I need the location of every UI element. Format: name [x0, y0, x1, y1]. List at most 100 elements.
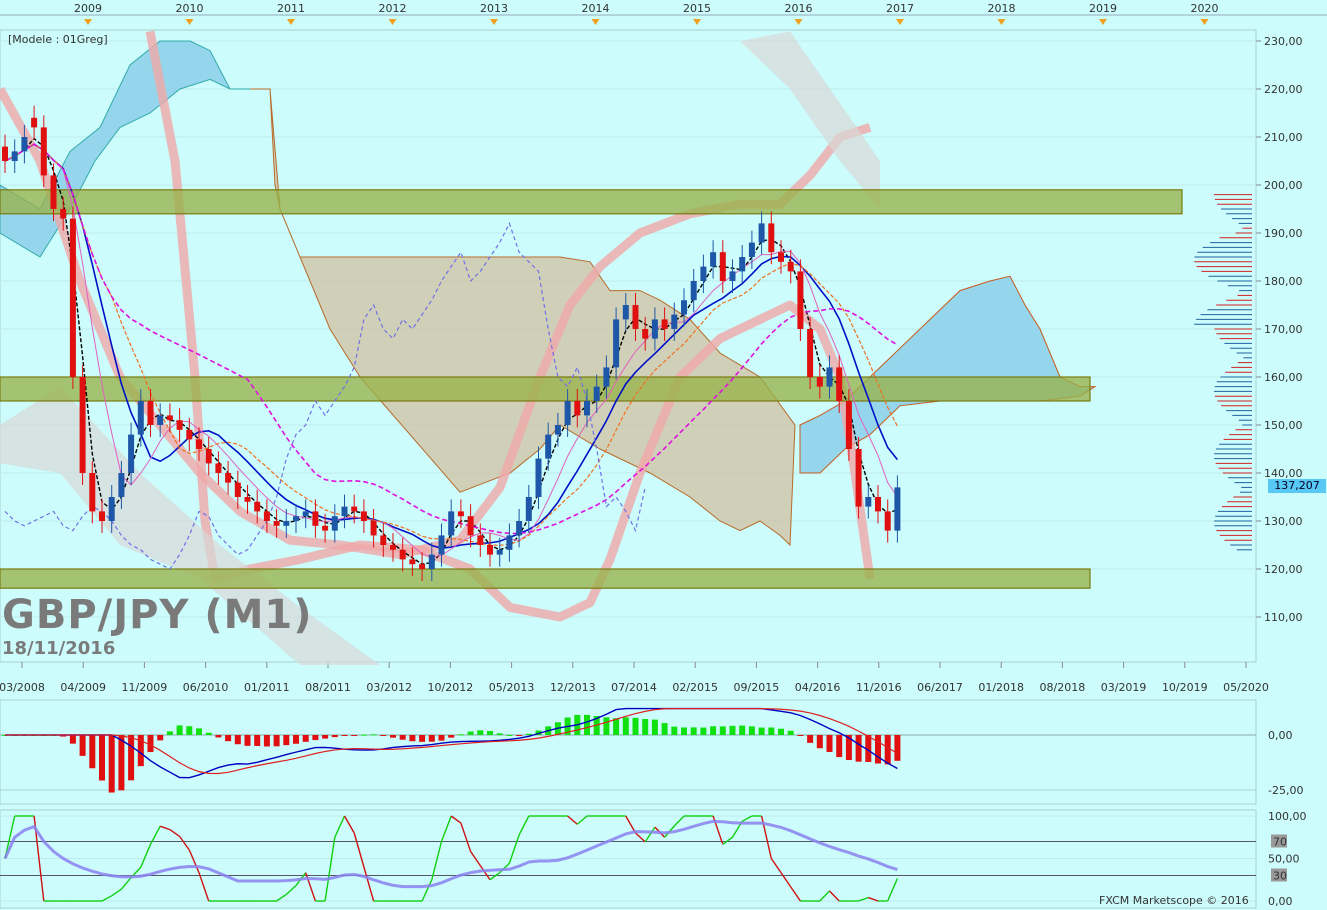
macd-bar — [884, 735, 891, 765]
candle-body — [797, 271, 804, 329]
macd-bar — [622, 717, 629, 735]
candle-body — [390, 545, 396, 550]
candle-body — [263, 511, 270, 521]
y-tick-label: 170,00 — [1264, 323, 1303, 336]
candle-body — [457, 511, 464, 517]
macd-bar — [234, 735, 241, 745]
candle-body — [516, 521, 523, 536]
stoch-tick-label: 30 — [1273, 870, 1287, 883]
candle-body — [205, 449, 212, 464]
x-tick-label: 02/2015 — [672, 681, 718, 694]
macd-bar — [525, 733, 532, 735]
y-tick-label: 190,00 — [1264, 227, 1303, 240]
year-label: 2012 — [379, 2, 407, 15]
stoch-tick-label: 0,00 — [1268, 895, 1293, 908]
candle-body — [234, 482, 241, 497]
x-tick-label: 08/2018 — [1040, 681, 1086, 694]
macd-bar — [273, 735, 280, 747]
x-tick-label: 01/2011 — [244, 681, 290, 694]
candle-body — [312, 511, 319, 526]
candle-body — [487, 545, 493, 555]
candle-body — [428, 554, 435, 569]
y-tick-label: 220,00 — [1264, 83, 1303, 96]
x-tick-label: 07/2014 — [611, 681, 657, 694]
candle-body — [651, 319, 658, 339]
candle-body — [613, 319, 620, 368]
stoch-tick-label: 50,00 — [1268, 853, 1300, 866]
candle-body — [884, 511, 891, 531]
candle-body — [108, 497, 115, 521]
year-label: 2011 — [277, 2, 305, 15]
macd-bar — [283, 735, 290, 746]
macd-bar — [506, 734, 513, 736]
candle-body — [21, 137, 28, 152]
candle-body — [865, 497, 872, 507]
macd-bar — [225, 735, 232, 742]
macd-bar — [244, 735, 251, 746]
candle-body — [341, 506, 348, 517]
macd-bar — [108, 735, 115, 793]
macd-bar — [778, 728, 784, 735]
macd-bar — [186, 726, 193, 735]
candle-body — [302, 511, 309, 517]
year-label: 2009 — [74, 2, 102, 15]
y-tick-label: 120,00 — [1264, 563, 1303, 576]
macd-bar — [894, 735, 901, 761]
candle-body — [196, 439, 202, 449]
candle-body — [525, 497, 532, 521]
macd-tick-label: 0,00 — [1268, 729, 1293, 742]
macd-bar — [118, 735, 125, 791]
macd-bar — [254, 735, 261, 746]
candle-body — [845, 401, 852, 449]
macd-bar — [690, 727, 697, 735]
candle-body — [467, 516, 474, 536]
candle-body — [283, 521, 290, 526]
candle-body — [273, 521, 280, 526]
candle-body — [758, 223, 765, 243]
macd-bar — [875, 735, 881, 764]
x-tick-label: 03/2019 — [1101, 681, 1147, 694]
candle-body — [147, 401, 154, 425]
macd-bar — [496, 733, 503, 735]
candle-body — [574, 401, 581, 416]
candle-body — [225, 473, 232, 483]
candle-body — [293, 516, 299, 521]
macd-bar — [99, 735, 105, 781]
candle-body — [593, 386, 600, 401]
macd-bar — [632, 717, 639, 735]
x-tick-label: 06/2017 — [917, 681, 963, 694]
candle-body — [69, 218, 76, 377]
candle-body — [622, 305, 629, 320]
year-label: 2014 — [582, 2, 610, 15]
candle-body — [137, 401, 144, 435]
macd-bar — [768, 727, 775, 735]
candle-body — [632, 305, 639, 329]
candle-body — [89, 473, 96, 512]
candle-body — [438, 535, 445, 555]
candle-body — [419, 564, 426, 569]
macd-bar — [467, 731, 474, 735]
candle-body — [768, 223, 775, 253]
macd-bar — [642, 718, 649, 735]
candle-body — [244, 497, 251, 502]
candle-body — [370, 521, 377, 536]
candle-body — [322, 525, 329, 531]
candle-body — [603, 367, 610, 387]
candle-body — [215, 463, 222, 473]
zone-2 — [0, 376, 1091, 402]
x-tick-label: 10/2012 — [428, 681, 474, 694]
macd-bar — [205, 732, 212, 735]
macd-bar — [157, 735, 164, 741]
x-tick-label: 01/2018 — [978, 681, 1024, 694]
candle-body — [186, 429, 193, 440]
stoch-tick-label: 70 — [1273, 836, 1287, 849]
candle-body — [399, 549, 406, 560]
candle-body — [31, 117, 38, 128]
current-price-tag: 137,207 — [1268, 479, 1326, 493]
year-label: 2020 — [1191, 2, 1219, 15]
year-label: 2017 — [886, 2, 914, 15]
y-tick-label: 200,00 — [1264, 179, 1303, 192]
candle-body — [60, 209, 67, 219]
macd-bar — [710, 726, 717, 735]
x-tick-label: 06/2010 — [183, 681, 229, 694]
